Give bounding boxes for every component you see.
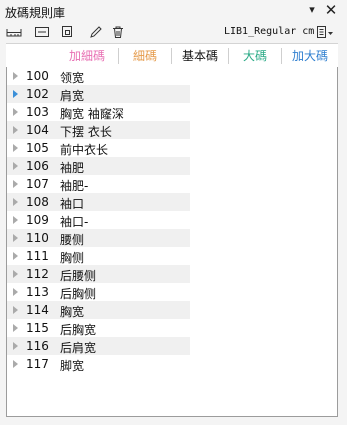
rule-name: 后胸宽 <box>60 323 97 337</box>
list-item[interactable]: 116 后肩宽 <box>7 337 190 355</box>
tab-small-label: 細碼 <box>132 49 157 63</box>
rule-name: 袖口 <box>60 197 85 211</box>
rule-number: 106 <box>26 159 49 173</box>
unit-label: LIB1_Regular cm <box>224 26 315 37</box>
rule-number: 105 <box>26 141 49 155</box>
tab-extra-small-label: 加細碼 <box>68 49 105 63</box>
rule-number: 113 <box>26 285 49 299</box>
list-item[interactable]: 110 腰侧 <box>7 229 190 247</box>
tab-large-label: 大碼 <box>242 49 267 63</box>
pin-icon[interactable]: ▾ <box>306 3 318 16</box>
tab-small[interactable]: 細碼 <box>119 44 171 68</box>
rule-number: 110 <box>26 231 49 245</box>
list-item[interactable]: 103 胸宽 袖窿深 <box>7 103 190 121</box>
grade-tabs: 加細碼 細碼 基本碼 大碼 加大碼 <box>6 43 338 69</box>
rule-number: 108 <box>26 195 49 209</box>
expand-arrow-icon[interactable] <box>13 108 18 116</box>
rule-number: 111 <box>26 249 49 263</box>
expand-arrow-icon[interactable] <box>13 234 18 242</box>
rule-name: 下摆 衣长 <box>60 125 112 139</box>
ruler-icon[interactable] <box>6 25 22 39</box>
expand-arrow-icon[interactable] <box>13 180 18 188</box>
title-bar: 放碼規則庫 ▾ ✕ <box>0 0 347 22</box>
rule-list: 100 领宽 102 肩宽 103 胸宽 袖窿深 104 下摆 衣长 105 前中衣长 1… <box>6 67 338 417</box>
tab-extra-small[interactable]: 加細碼 <box>56 44 118 68</box>
document-menu-icon[interactable] <box>316 25 334 39</box>
list-item[interactable]: 114 胸宽 <box>7 301 190 319</box>
rule-number: 104 <box>26 123 49 137</box>
toolbar: LIB1_Regular cm <box>0 22 347 42</box>
rule-number: 100 <box>26 69 49 83</box>
rule-name: 前中衣长 <box>60 143 109 157</box>
rule-name: 胸宽 袖窿深 <box>60 107 124 121</box>
list-item[interactable]: 106 袖肥 <box>7 157 190 175</box>
list-item[interactable]: 100 领宽 <box>7 67 190 85</box>
expand-arrow-icon[interactable] <box>13 342 18 350</box>
expand-arrow-icon[interactable] <box>13 126 18 134</box>
close-icon[interactable]: ✕ <box>324 1 338 19</box>
trash-icon[interactable] <box>110 25 126 39</box>
list-item[interactable]: 104 下摆 衣长 <box>7 121 190 139</box>
expand-arrow-icon[interactable] <box>13 324 18 332</box>
window-title: 放碼規則庫 <box>5 6 66 20</box>
rule-number: 109 <box>26 213 49 227</box>
rule-name: 领宽 <box>60 71 85 85</box>
list-item[interactable]: 115 后胸宽 <box>7 319 190 337</box>
expand-arrow-icon[interactable] <box>13 162 18 170</box>
copy-icon[interactable] <box>60 25 76 39</box>
expand-arrow-icon[interactable] <box>13 360 18 368</box>
rule-name: 后胸侧 <box>60 287 97 301</box>
expand-arrow-icon[interactable] <box>13 216 18 224</box>
rule-number: 117 <box>26 357 49 371</box>
rule-name: 腰侧 <box>60 233 85 247</box>
rule-name: 袖肥 <box>60 161 85 175</box>
list-item[interactable]: 105 前中衣长 <box>7 139 190 157</box>
tab-large[interactable]: 大碼 <box>229 44 281 68</box>
expand-arrow-icon[interactable] <box>13 72 18 80</box>
rule-number: 116 <box>26 339 49 353</box>
rule-name: 袖肥- <box>60 179 89 193</box>
expand-arrow-icon[interactable] <box>13 90 18 98</box>
rule-number: 103 <box>26 105 49 119</box>
rule-name: 后腰侧 <box>60 269 97 283</box>
expand-arrow-icon[interactable] <box>13 144 18 152</box>
tab-base-label: 基本碼 <box>181 49 218 63</box>
rule-name: 脚宽 <box>60 359 85 373</box>
list-item[interactable]: 112 后腰侧 <box>7 265 190 283</box>
tab-extra-large-label: 加大碼 <box>291 49 328 63</box>
rule-number: 115 <box>26 321 49 335</box>
tab-base[interactable]: 基本碼 <box>172 44 228 68</box>
list-item[interactable]: 108 袖口 <box>7 193 190 211</box>
list-item[interactable]: 111 胸侧 <box>7 247 190 265</box>
pencil-icon[interactable] <box>88 25 104 39</box>
rule-name: 袖口- <box>60 215 89 229</box>
list-item[interactable]: 107 袖肥- <box>7 175 190 193</box>
rule-name: 肩宽 <box>60 89 85 103</box>
list-item[interactable]: 109 袖口- <box>7 211 190 229</box>
expand-arrow-icon[interactable] <box>13 270 18 278</box>
list-item[interactable]: 117 脚宽 <box>7 355 190 373</box>
rectangle-icon[interactable] <box>34 25 50 39</box>
rule-number: 107 <box>26 177 49 191</box>
rule-name: 胸宽 <box>60 305 85 319</box>
rule-number: 112 <box>26 267 49 281</box>
expand-arrow-icon[interactable] <box>13 306 18 314</box>
list-item[interactable]: 113 后胸侧 <box>7 283 190 301</box>
rule-name: 胸侧 <box>60 251 85 265</box>
rule-number: 114 <box>26 303 49 317</box>
expand-arrow-icon[interactable] <box>13 198 18 206</box>
rule-number: 102 <box>26 87 49 101</box>
rule-name: 后肩宽 <box>60 341 97 355</box>
tab-extra-large[interactable]: 加大碼 <box>282 44 338 68</box>
expand-arrow-icon[interactable] <box>13 288 18 296</box>
list-item[interactable]: 102 肩宽 <box>7 85 190 103</box>
expand-arrow-icon[interactable] <box>13 252 18 260</box>
